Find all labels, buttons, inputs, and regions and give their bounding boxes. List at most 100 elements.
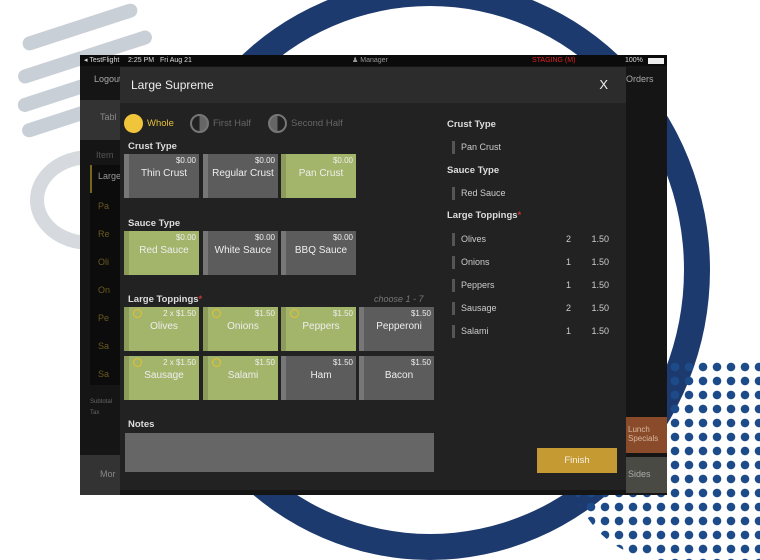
- option-salami[interactable]: $1.50 Salami: [203, 356, 278, 400]
- status-env: STAGING (M): [532, 57, 576, 64]
- portion-label: Whole: [147, 118, 174, 129]
- finish-button[interactable]: Finish: [537, 448, 617, 473]
- summary-topping: Peppers 1 1.50: [452, 279, 617, 292]
- topping-qty: 2: [565, 303, 571, 313]
- option-price: $0.00: [332, 233, 353, 242]
- order-lines: Large Pa Re Oli On Pe Sa Sa: [90, 165, 121, 385]
- logout-button[interactable]: Logout: [94, 74, 122, 84]
- portion-second-half[interactable]: Second Half: [268, 114, 343, 133]
- option-label: Regular Crust: [212, 168, 274, 179]
- summary-topping: Sausage 2 1.50: [452, 302, 617, 315]
- option-red-sauce[interactable]: $0.00 Red Sauce: [124, 231, 199, 275]
- option-bbq-sauce[interactable]: $0.00 BBQ Sauce: [281, 231, 356, 275]
- option-label: Onions: [227, 321, 259, 332]
- sides-button[interactable]: Sides: [626, 457, 667, 493]
- topping-price: 1.50: [591, 303, 609, 313]
- option-label: Ham: [310, 370, 332, 381]
- order-line[interactable]: Oli: [90, 249, 120, 277]
- option-label: Red Sauce: [139, 245, 189, 256]
- option-sausage[interactable]: 2 x $1.50 Sausage: [124, 356, 199, 400]
- option-price: $1.50: [254, 358, 275, 367]
- item-header: Item: [96, 150, 114, 160]
- topping-qty: 1: [565, 326, 571, 336]
- option-pepperoni[interactable]: $1.50 Pepperoni: [359, 307, 434, 351]
- option-price: $0.00: [332, 156, 353, 165]
- topping-price: 1.50: [591, 257, 609, 267]
- whole-portion-icon: [133, 309, 142, 318]
- tables-button[interactable]: Tabl: [80, 100, 120, 140]
- option-regular-crust[interactable]: $0.00 Regular Crust: [203, 154, 278, 198]
- topping-name: Peppers: [461, 280, 495, 290]
- summary-topping: Olives 2 1.50: [452, 233, 617, 246]
- option-price: $0.00: [175, 156, 196, 165]
- whole-portion-icon: [133, 358, 142, 367]
- required-mark: *: [517, 210, 522, 221]
- option-label: Olives: [150, 321, 178, 332]
- topping-name: Salami: [461, 326, 489, 336]
- required-mark: *: [198, 294, 203, 305]
- half-circle-icon: [190, 114, 209, 133]
- crust-type-heading: Crust Type: [128, 141, 177, 152]
- summary-crust: Pan Crust: [452, 141, 617, 154]
- option-bacon[interactable]: $1.50 Bacon: [359, 356, 434, 400]
- order-line[interactable]: Re: [90, 221, 120, 249]
- portion-label: Second Half: [291, 118, 343, 129]
- option-price: 2 x $1.50: [163, 309, 196, 318]
- topping-price: 1.50: [591, 234, 609, 244]
- sauce-type-heading: Sauce Type: [128, 218, 181, 229]
- option-olives[interactable]: 2 x $1.50 Olives: [124, 307, 199, 351]
- option-label: Thin Crust: [140, 168, 188, 179]
- order-line[interactable]: Sa: [90, 361, 120, 389]
- option-price: $0.00: [254, 156, 275, 165]
- orders-button[interactable]: Orders: [626, 74, 654, 84]
- order-line[interactable]: Large: [90, 165, 121, 193]
- portion-first-half[interactable]: First Half: [190, 114, 251, 133]
- topping-price: 1.50: [591, 280, 609, 290]
- summary-sauce-heading: Sauce Type: [447, 165, 500, 176]
- back-testflight[interactable]: ◂ TestFlight: [84, 55, 119, 66]
- topping-qty: 2: [565, 234, 571, 244]
- toppings-heading: Large Toppings*: [128, 294, 202, 305]
- order-line[interactable]: Sa: [90, 333, 120, 361]
- tablet-screen: ◂ TestFlight 2:25 PM Fri Aug 21 ♟ Manage…: [80, 55, 667, 495]
- status-user: ♟ Manager: [352, 57, 388, 64]
- close-button[interactable]: X: [599, 67, 608, 103]
- topping-price: 1.50: [591, 326, 609, 336]
- option-price: $1.50: [332, 358, 353, 367]
- topping-name: Onions: [461, 257, 490, 267]
- order-line[interactable]: Pa: [90, 193, 120, 221]
- battery-icon: [648, 58, 664, 64]
- whole-circle-icon: [124, 114, 143, 133]
- option-label: Sausage: [144, 370, 184, 381]
- option-peppers[interactable]: $1.50 Peppers: [281, 307, 356, 351]
- portion-whole[interactable]: Whole: [124, 114, 174, 133]
- option-ham[interactable]: $1.50 Ham: [281, 356, 356, 400]
- topping-name: Olives: [461, 234, 487, 244]
- summary-toppings-heading: Large Toppings*: [447, 210, 521, 221]
- option-thin-crust[interactable]: $0.00 Thin Crust: [124, 154, 199, 198]
- half-circle-icon: [268, 114, 287, 133]
- lunch-specials-button[interactable]: Lunch Specials: [626, 417, 667, 453]
- modifier-dialog: Large Supreme X Whole First Half Second …: [120, 67, 626, 490]
- dialog-header: Large Supreme: [120, 67, 626, 103]
- notes-input[interactable]: [125, 433, 434, 472]
- option-white-sauce[interactable]: $0.00 White Sauce: [203, 231, 278, 275]
- option-onions[interactable]: $1.50 Onions: [203, 307, 278, 351]
- more-button[interactable]: Mor: [80, 455, 120, 495]
- option-label: Pan Crust: [298, 168, 344, 179]
- summary-sauce: Red Sauce: [452, 187, 617, 200]
- dialog-title: Large Supreme: [131, 78, 214, 92]
- user-name: Manager: [360, 57, 388, 64]
- summary-crust-heading: Crust Type: [447, 119, 496, 130]
- portion-label: First Half: [213, 118, 251, 129]
- option-label: Pepperoni: [376, 321, 422, 332]
- tax-label: Tax: [90, 410, 100, 416]
- status-date: Fri Aug 21: [160, 57, 192, 64]
- option-price: $1.50: [332, 309, 353, 318]
- status-battery: 100%: [625, 57, 643, 64]
- option-pan-crust[interactable]: $0.00 Pan Crust: [281, 154, 356, 198]
- option-price: $1.50: [410, 358, 431, 367]
- order-line[interactable]: Pe: [90, 305, 120, 333]
- order-line[interactable]: On: [90, 277, 120, 305]
- option-label: BBQ Sauce: [294, 245, 348, 256]
